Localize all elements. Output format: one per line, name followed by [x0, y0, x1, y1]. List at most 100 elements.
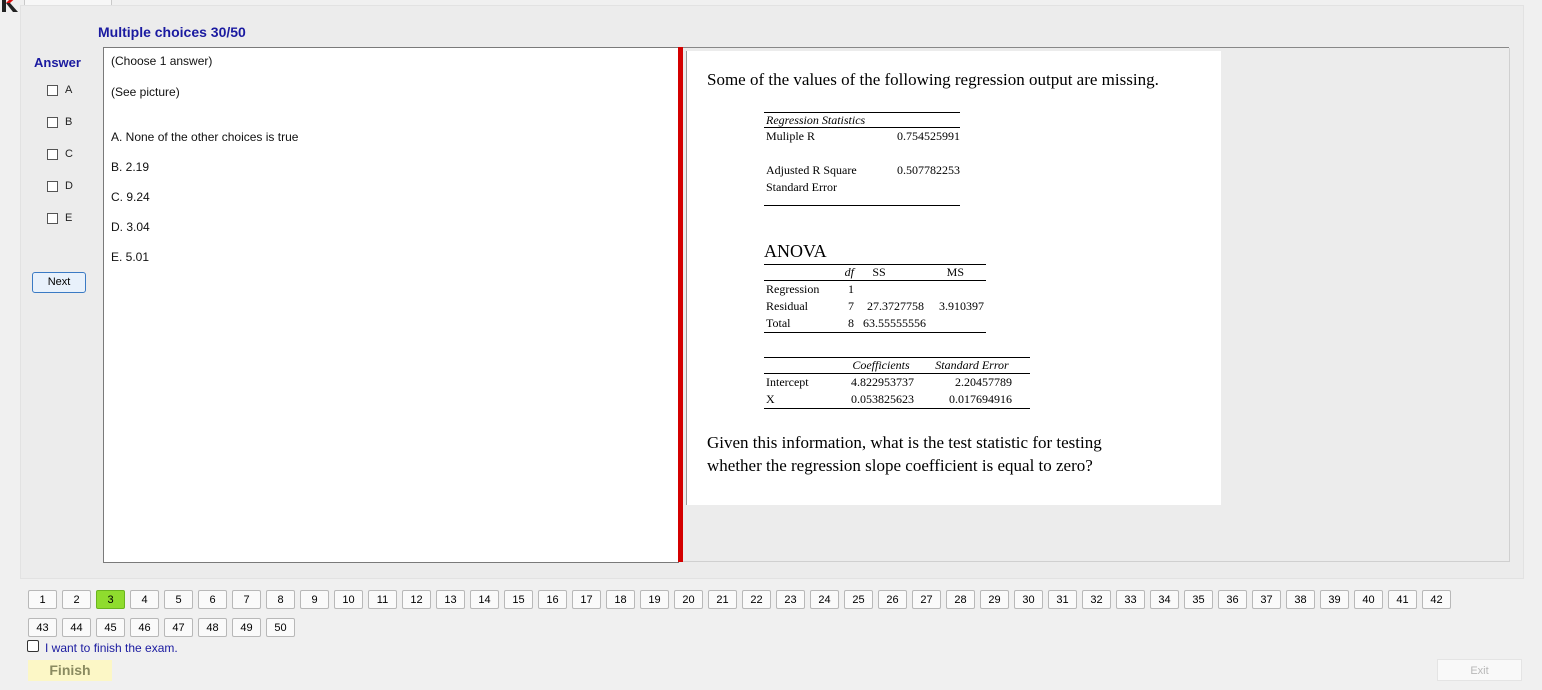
option-a-checkbox[interactable]: [47, 84, 58, 96]
question-nav-button[interactable]: 12: [402, 590, 431, 609]
question-nav-button[interactable]: 2: [62, 590, 91, 609]
option-c[interactable]: C: [47, 146, 73, 162]
picture-question-line-2: whether the regression slope coefficient…: [707, 456, 1093, 475]
question-nav-button[interactable]: 41: [1388, 590, 1417, 609]
coef-label: Intercept: [766, 375, 809, 389]
question-nav-button[interactable]: 28: [946, 590, 975, 609]
coef-header: [764, 358, 842, 373]
option-e-label: E: [65, 212, 73, 224]
option-e[interactable]: E: [47, 210, 72, 226]
question-nav-button[interactable]: 29: [980, 590, 1009, 609]
anova-df: 8: [848, 316, 854, 330]
option-b[interactable]: B: [47, 114, 72, 130]
question-nav-button[interactable]: 6: [198, 590, 227, 609]
coef-header: Standard Error: [935, 358, 1009, 372]
reg-stat-row: Adjusted R Square 0.507782253: [764, 162, 960, 179]
question-nav-button[interactable]: 7: [232, 590, 261, 609]
coef-header-row: Coefficients Standard Error: [764, 358, 1030, 374]
question-nav-button[interactable]: 22: [742, 590, 771, 609]
coefficients-table: Coefficients Standard Error Intercept 4.…: [764, 357, 1030, 409]
question-nav-button[interactable]: 48: [198, 618, 227, 637]
question-nav-button[interactable]: 42: [1422, 590, 1451, 609]
question-nav-button[interactable]: 37: [1252, 590, 1281, 609]
question-nav-button[interactable]: 33: [1116, 590, 1145, 609]
anova-ss: 27.3727758: [867, 299, 924, 313]
question-nav-button[interactable]: 3: [96, 590, 125, 609]
option-a-label: A: [65, 84, 73, 96]
choice-c-text: C. 9.24: [111, 190, 150, 204]
option-d-checkbox[interactable]: [47, 180, 58, 192]
next-button[interactable]: Next: [32, 272, 86, 293]
question-nav-button[interactable]: 21: [708, 590, 737, 609]
finish-exam-label[interactable]: I want to finish the exam.: [45, 641, 178, 655]
question-nav-button[interactable]: 18: [606, 590, 635, 609]
reg-stat-value: 0.754525991: [897, 129, 960, 143]
question-nav-button[interactable]: 49: [232, 618, 261, 637]
question-nav-button[interactable]: 34: [1150, 590, 1179, 609]
question-nav-button[interactable]: 20: [674, 590, 703, 609]
question-nav-button[interactable]: 36: [1218, 590, 1247, 609]
question-nav-button[interactable]: 38: [1286, 590, 1315, 609]
question-nav-button[interactable]: 47: [164, 618, 193, 637]
question-nav-button[interactable]: 19: [640, 590, 669, 609]
question-nav-button[interactable]: 5: [164, 590, 193, 609]
question-nav-button[interactable]: 31: [1048, 590, 1077, 609]
question-nav-button[interactable]: 46: [130, 618, 159, 637]
question-nav-button[interactable]: 17: [572, 590, 601, 609]
question-nav-button[interactable]: 44: [62, 618, 91, 637]
question-nav-button[interactable]: 32: [1082, 590, 1111, 609]
question-nav-button[interactable]: 43: [28, 618, 57, 637]
anova-df: 1: [848, 282, 854, 296]
anova-ms: [924, 281, 984, 298]
exit-button[interactable]: Exit: [1437, 659, 1522, 681]
coef-row: X 0.053825623 0.017694916: [764, 391, 1030, 408]
question-nav-button[interactable]: 13: [436, 590, 465, 609]
question-nav-button[interactable]: 11: [368, 590, 397, 609]
coef-label: X: [766, 392, 775, 406]
anova-header-row: df SS MS: [764, 265, 986, 281]
question-nav-button[interactable]: 24: [810, 590, 839, 609]
question-nav-row-2: 43 44 45 46 47 48 49 50: [28, 618, 295, 637]
finish-button[interactable]: Finish: [28, 660, 112, 681]
question-nav-button[interactable]: 23: [776, 590, 805, 609]
option-a[interactable]: A: [47, 82, 72, 98]
anova-header: SS: [872, 265, 886, 279]
question-nav-button[interactable]: 25: [844, 590, 873, 609]
question-nav-button[interactable]: 8: [266, 590, 295, 609]
question-nav-button[interactable]: 30: [1014, 590, 1043, 609]
option-e-checkbox[interactable]: [47, 212, 58, 224]
question-nav-button[interactable]: 40: [1354, 590, 1383, 609]
picture-intro: Some of the values of the following regr…: [707, 70, 1159, 89]
option-d[interactable]: D: [47, 178, 73, 194]
question-nav-button[interactable]: 10: [334, 590, 363, 609]
option-c-checkbox[interactable]: [47, 148, 58, 160]
question-nav-button[interactable]: 26: [878, 590, 907, 609]
question-nav-button[interactable]: 9: [300, 590, 329, 609]
reg-stat-label: Standard Error: [766, 180, 837, 194]
question-nav-button[interactable]: 35: [1184, 590, 1213, 609]
finish-exam-checkbox[interactable]: [27, 640, 39, 652]
question-nav-button[interactable]: 39: [1320, 590, 1349, 609]
reg-stat-row: Standard Error: [764, 179, 960, 196]
question-nav-button[interactable]: 4: [130, 590, 159, 609]
coef-se: 0.017694916: [949, 392, 1012, 406]
question-nav-button[interactable]: 15: [504, 590, 533, 609]
anova-label: Residual: [766, 299, 808, 313]
choice-b-text: B. 2.19: [111, 160, 150, 174]
reg-stat-value: [888, 179, 960, 196]
reg-stats-title: Regression Statistics: [766, 113, 866, 127]
option-b-checkbox[interactable]: [47, 116, 58, 128]
question-nav-button[interactable]: 45: [96, 618, 125, 637]
question-picture: Some of the values of the following regr…: [686, 51, 1221, 505]
coef-value: 4.822953737: [851, 375, 914, 389]
question-nav-button[interactable]: 27: [912, 590, 941, 609]
anova-label: Regression: [766, 282, 820, 296]
question-nav-button[interactable]: 14: [470, 590, 499, 609]
question-nav-button[interactable]: 16: [538, 590, 567, 609]
anova-row: Regression 1: [764, 281, 986, 298]
reg-stat-value: 0.507782253: [897, 163, 960, 177]
question-nav-button[interactable]: 50: [266, 618, 295, 637]
question-nav-button[interactable]: 1: [28, 590, 57, 609]
divider: [683, 47, 1509, 48]
reg-stat-row: [764, 145, 960, 162]
